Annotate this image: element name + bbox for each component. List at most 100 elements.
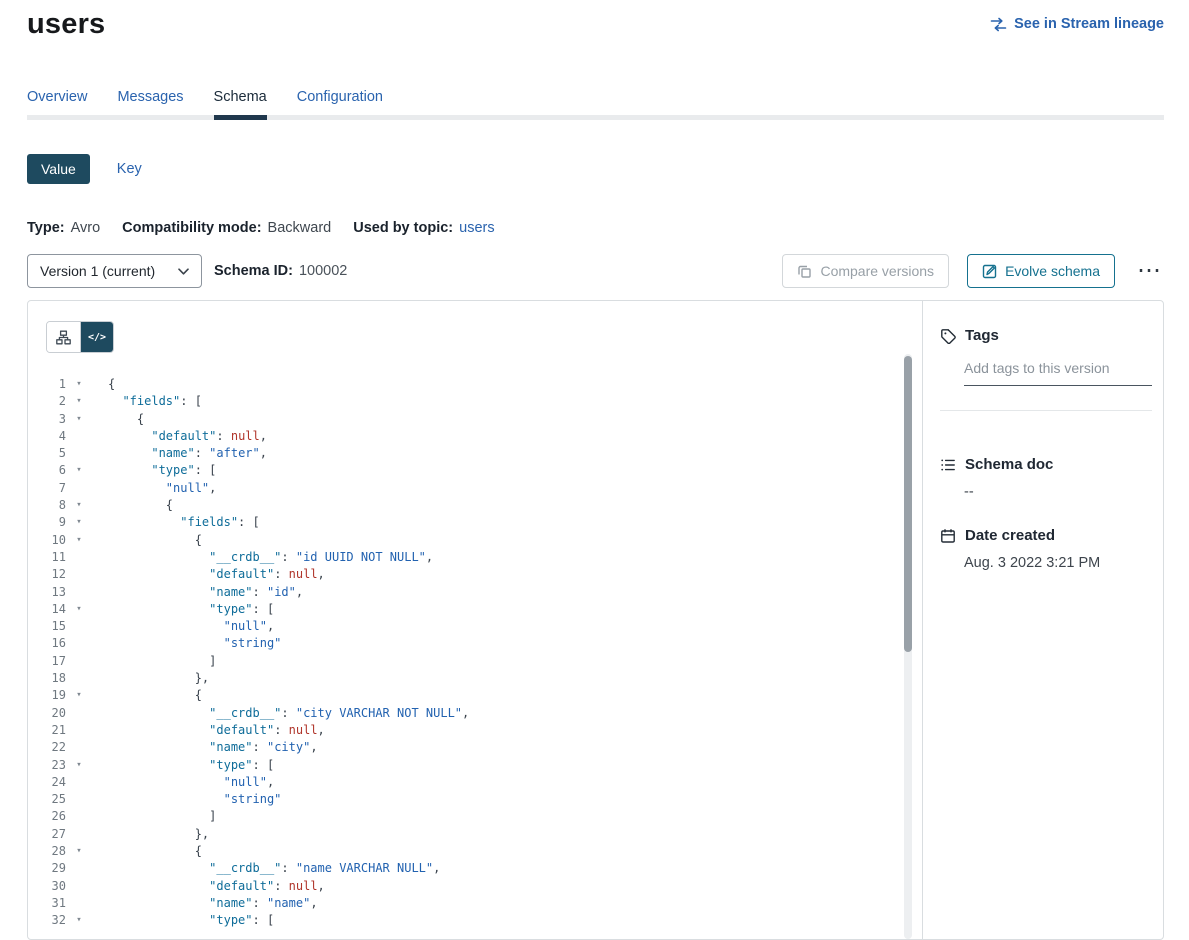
fold-caret-icon[interactable]: ▾ xyxy=(66,462,92,479)
code-line: 5 "name": "after", xyxy=(28,445,922,462)
fold-caret-icon[interactable]: ▾ xyxy=(66,843,92,860)
line-number: 13 xyxy=(28,584,66,601)
compatibility-label: Compatibility mode: xyxy=(122,220,261,236)
tab-configuration[interactable]: Configuration xyxy=(297,89,383,115)
line-number: 23 xyxy=(28,757,66,774)
code-line: 20 "__crdb__": "city VARCHAR NOT NULL", xyxy=(28,705,922,722)
fold-caret-placeholder xyxy=(66,566,92,583)
stream-lineage-icon xyxy=(990,17,1007,32)
fold-caret-placeholder xyxy=(66,584,92,601)
line-number: 14 xyxy=(28,601,66,618)
code-line: 7 "null", xyxy=(28,480,922,497)
line-number: 1 xyxy=(28,376,66,393)
topic-label: Used by topic: xyxy=(353,220,453,236)
schema-doc-value: -- xyxy=(964,484,1152,500)
code-line: 14▾ "type": [ xyxy=(28,601,922,618)
line-number: 17 xyxy=(28,653,66,670)
version-select[interactable]: Version 1 (current) xyxy=(27,254,202,288)
code-line-content: "__crdb__": "name VARCHAR NULL", xyxy=(92,860,440,877)
code-line: 19▾ { xyxy=(28,687,922,704)
code-line: 26 ] xyxy=(28,808,922,825)
code-line-content: { xyxy=(92,843,202,860)
fold-caret-icon[interactable]: ▾ xyxy=(66,601,92,618)
code-line-content: "type": [ xyxy=(92,757,274,774)
fold-caret-placeholder xyxy=(66,895,92,912)
topic-link[interactable]: users xyxy=(459,220,494,236)
fold-caret-icon[interactable]: ▾ xyxy=(66,687,92,704)
line-number: 6 xyxy=(28,462,66,479)
line-number: 20 xyxy=(28,705,66,722)
schema-toolbar: Version 1 (current) Schema ID: 100002 Co… xyxy=(27,254,1164,288)
code-line: 30 "default": null, xyxy=(28,878,922,895)
code-line-content: "fields": [ xyxy=(92,393,202,410)
code-line: 16 "string" xyxy=(28,635,922,652)
schema-doc-section-header: Schema doc xyxy=(940,456,1152,473)
schema-id-label: Schema ID: xyxy=(214,263,293,279)
type-label: Type: xyxy=(27,220,65,236)
fold-caret-icon[interactable]: ▾ xyxy=(66,376,92,393)
sidebar-divider xyxy=(940,410,1152,411)
line-number: 32 xyxy=(28,912,66,929)
code-line: 18 }, xyxy=(28,670,922,687)
more-options-button[interactable]: ⋯ xyxy=(1135,264,1164,278)
compare-versions-button[interactable]: Compare versions xyxy=(782,254,949,288)
code-line: 27 }, xyxy=(28,826,922,843)
code-line-content: "type": [ xyxy=(92,601,274,618)
code-line-content: "default": null, xyxy=(92,428,267,445)
code-view-button[interactable]: </> xyxy=(80,322,113,352)
tab-messages[interactable]: Messages xyxy=(117,89,183,115)
page-title: users xyxy=(27,8,105,41)
fold-caret-placeholder xyxy=(66,722,92,739)
fold-caret-placeholder xyxy=(66,428,92,445)
fold-caret-icon[interactable]: ▾ xyxy=(66,514,92,531)
fold-caret-placeholder xyxy=(66,860,92,877)
line-number: 15 xyxy=(28,618,66,635)
code-line-content: "name": "name", xyxy=(92,895,318,912)
code-scrollbar[interactable] xyxy=(904,354,912,939)
tab-bar: Overview Messages Schema Configuration xyxy=(27,89,1164,120)
schema-meta-row: Type: Avro Compatibility mode: Backward … xyxy=(27,220,1164,236)
fold-caret-icon[interactable]: ▾ xyxy=(66,497,92,514)
fold-caret-placeholder xyxy=(66,670,92,687)
line-number: 10 xyxy=(28,532,66,549)
code-line-content: "null", xyxy=(92,774,274,791)
fold-caret-placeholder xyxy=(66,549,92,566)
meta-type: Type: Avro xyxy=(27,220,100,236)
code-line-content: "default": null, xyxy=(92,566,325,583)
stream-lineage-link[interactable]: See in Stream lineage xyxy=(990,16,1164,32)
code-line: 28▾ { xyxy=(28,843,922,860)
key-toggle-button[interactable]: Key xyxy=(117,161,142,177)
fold-caret-icon[interactable]: ▾ xyxy=(66,393,92,410)
page-header: users See in Stream lineage xyxy=(27,8,1164,41)
fold-caret-icon[interactable]: ▾ xyxy=(66,411,92,428)
chevron-down-icon xyxy=(178,268,189,275)
date-created-title: Date created xyxy=(965,527,1055,544)
fold-caret-icon[interactable]: ▾ xyxy=(66,912,92,929)
tab-schema[interactable]: Schema xyxy=(214,89,267,120)
fold-caret-placeholder xyxy=(66,808,92,825)
code-line-content: { xyxy=(92,376,115,393)
line-number: 22 xyxy=(28,739,66,756)
code-line: 2▾ "fields": [ xyxy=(28,393,922,410)
fold-caret-icon[interactable]: ▾ xyxy=(66,757,92,774)
code-line-content: }, xyxy=(92,670,209,687)
evolve-schema-button[interactable]: Evolve schema xyxy=(967,254,1115,288)
code-line-content: "default": null, xyxy=(92,722,325,739)
tree-view-button[interactable] xyxy=(47,322,80,352)
tree-view-icon xyxy=(56,330,71,345)
tab-overview[interactable]: Overview xyxy=(27,89,87,115)
fold-caret-placeholder xyxy=(66,653,92,670)
pencil-square-icon xyxy=(982,264,997,279)
fold-caret-icon[interactable]: ▾ xyxy=(66,532,92,549)
code-line: 8▾ { xyxy=(28,497,922,514)
calendar-icon xyxy=(940,528,956,544)
fold-caret-placeholder xyxy=(66,618,92,635)
line-number: 24 xyxy=(28,774,66,791)
fold-caret-placeholder xyxy=(66,705,92,722)
line-number: 9 xyxy=(28,514,66,531)
value-toggle-button[interactable]: Value xyxy=(27,154,90,184)
line-number: 28 xyxy=(28,843,66,860)
tag-icon xyxy=(940,328,956,344)
add-tags-input[interactable] xyxy=(964,354,1152,386)
code-scrollbar-thumb[interactable] xyxy=(904,356,912,652)
